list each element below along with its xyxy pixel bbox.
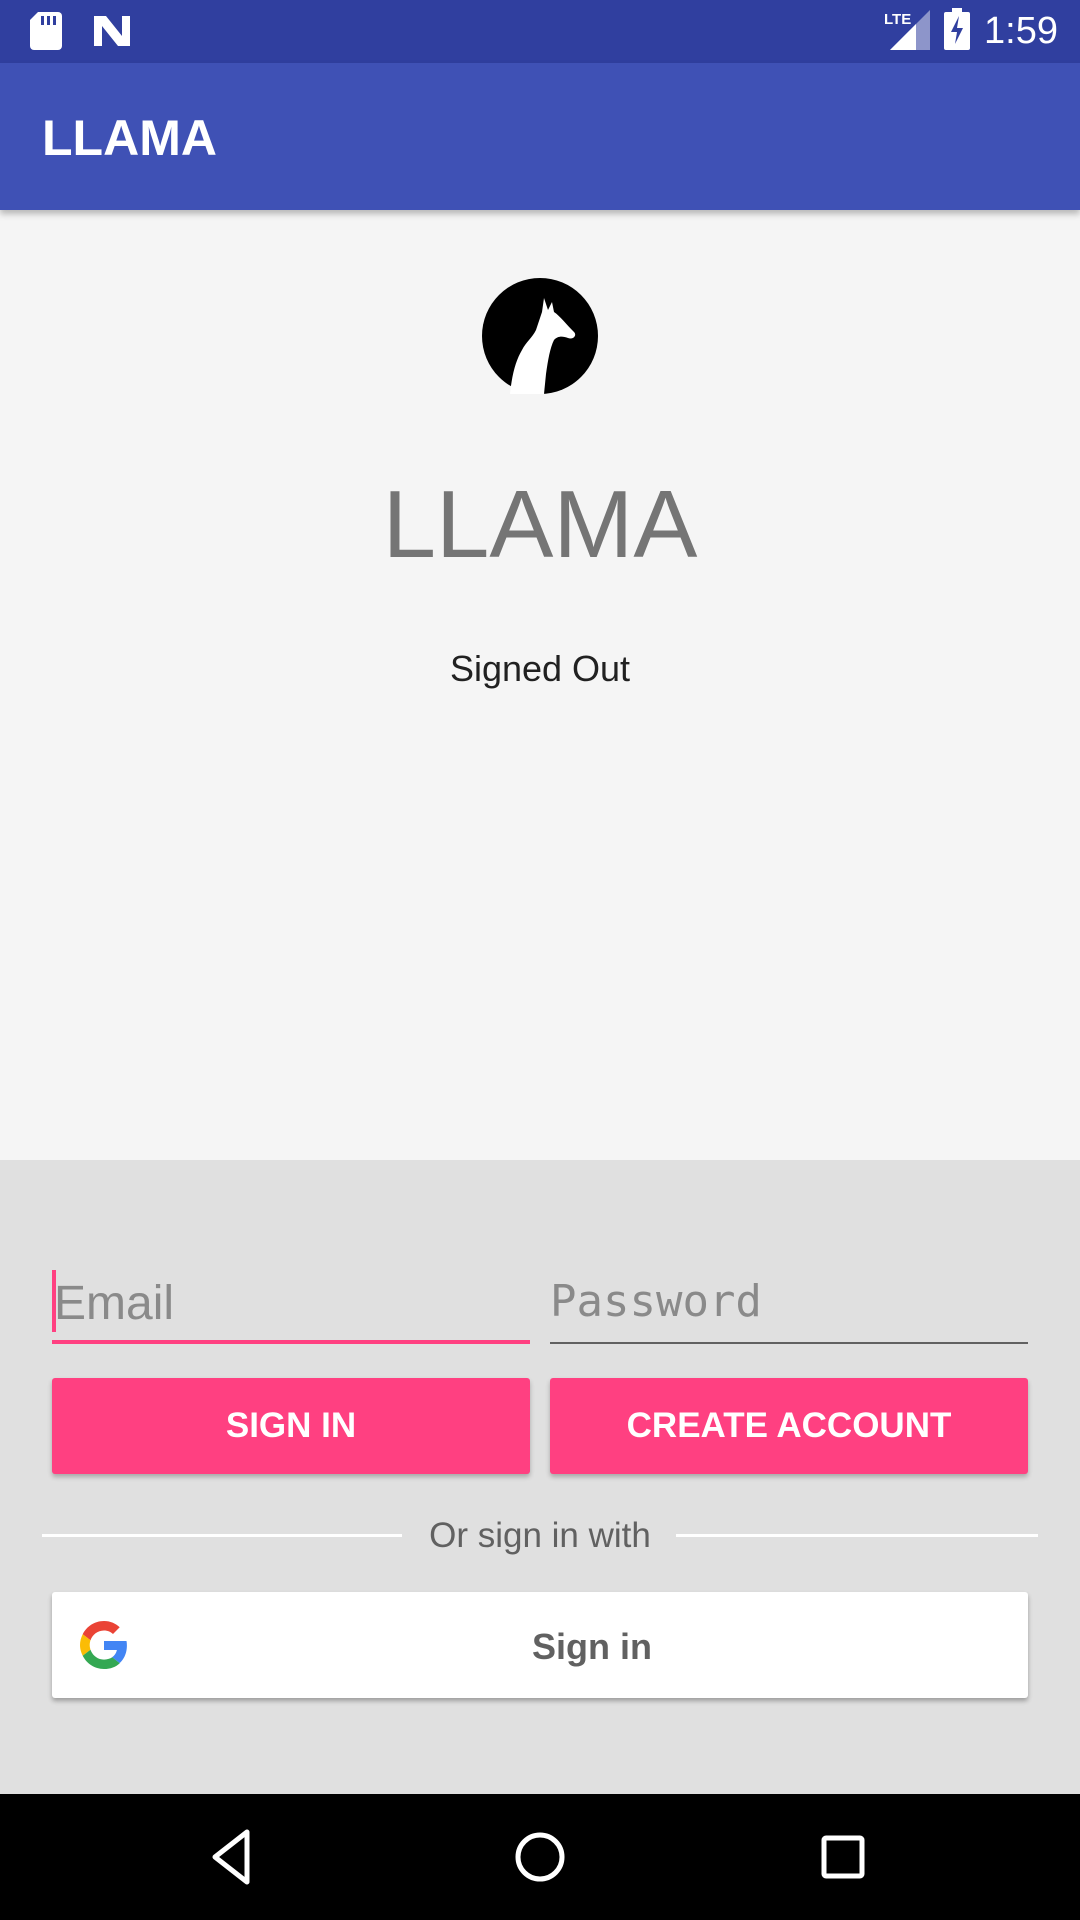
status-bar: LTE 1:59 — [0, 0, 1080, 63]
google-sign-in-button[interactable]: Sign in — [52, 1592, 1028, 1698]
create-account-button-label: CREATE ACCOUNT — [626, 1406, 952, 1445]
email-underline — [52, 1340, 530, 1344]
recents-icon[interactable] — [810, 1824, 876, 1890]
status-right-icons: LTE 1:59 — [884, 8, 1058, 55]
network-type-label: LTE — [884, 11, 911, 28]
sd-card-icon — [30, 12, 62, 55]
password-underline — [550, 1342, 1028, 1344]
home-icon[interactable] — [507, 1824, 573, 1890]
email-field[interactable]: Email — [52, 1258, 530, 1344]
divider-line-right — [676, 1534, 1038, 1537]
email-placeholder: Email — [54, 1277, 175, 1330]
or-divider: Or sign in with — [42, 1512, 1038, 1562]
auth-status-text: Signed Out — [449, 648, 631, 689]
sign-in-button[interactable]: SIGN IN — [52, 1378, 530, 1474]
sign-in-button-label: SIGN IN — [225, 1406, 357, 1445]
google-sign-in-label: Sign in — [532, 1626, 652, 1667]
sign-in-panel — [0, 1160, 1080, 1794]
navigation-bar — [0, 1794, 1080, 1920]
password-placeholder: Password — [550, 1276, 762, 1327]
status-left-icons — [30, 12, 132, 55]
status-time: 1:59 — [984, 10, 1058, 52]
create-account-button[interactable]: CREATE ACCOUNT — [550, 1378, 1028, 1474]
llama-logo-icon — [482, 278, 598, 394]
n-notification-icon — [92, 14, 132, 53]
app-bar: LLAMA — [0, 63, 1080, 210]
password-field[interactable]: Password — [550, 1258, 1028, 1344]
signal-icon: LTE — [884, 8, 931, 55]
app-bar-title: LLAMA — [42, 110, 217, 166]
back-icon[interactable] — [203, 1824, 269, 1890]
main-title: LLAMA — [382, 471, 698, 578]
battery-charging-icon — [944, 8, 971, 55]
